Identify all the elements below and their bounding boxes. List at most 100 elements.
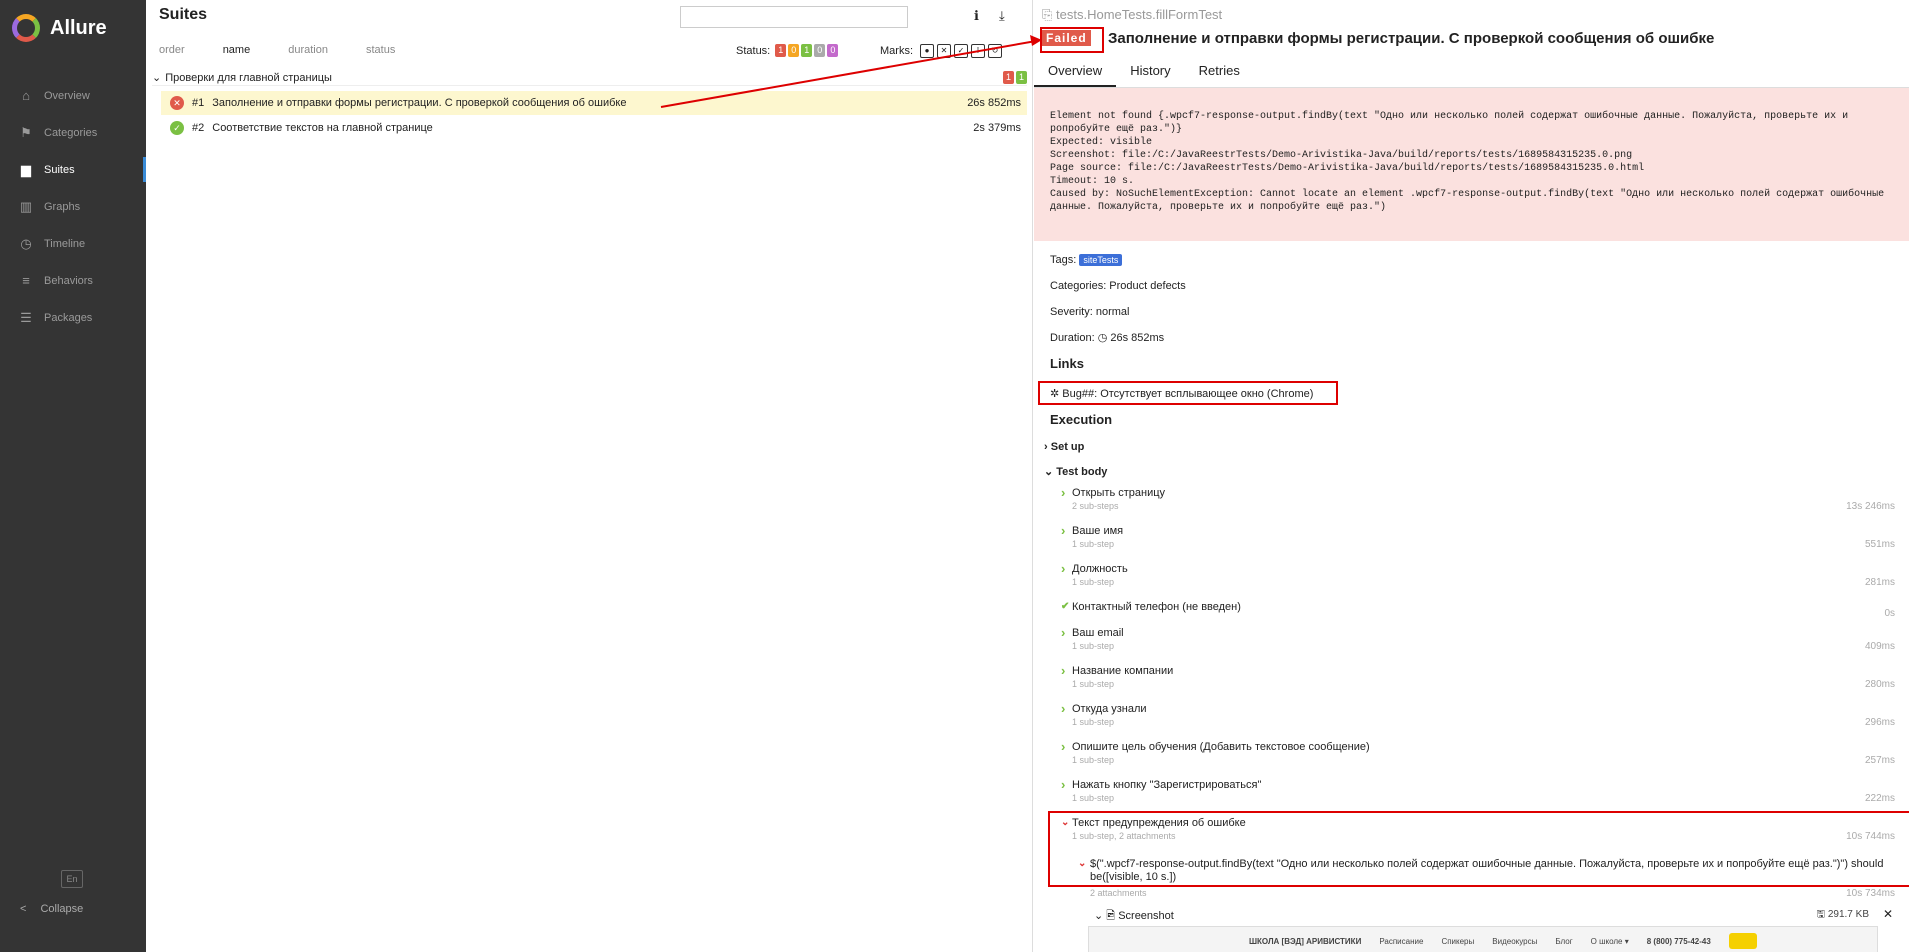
detail-tabs: Overview History Retries [1034, 56, 1909, 88]
chevron-right-icon: › [1061, 701, 1066, 716]
step-name: Контактный телефон (не введен) [1072, 601, 1241, 613]
substep-name: $(".wpcf7-response-output.findBy(text "О… [1090, 858, 1884, 883]
links-heading: Links [1050, 356, 1084, 371]
categories-row: Categories: Product defects [1050, 280, 1186, 292]
suites-panel: Suites ℹ ⤓ order name duration status St… [146, 0, 1033, 952]
mark-new-failed-icon[interactable]: ✕ [937, 44, 951, 58]
tag-badge[interactable]: siteTests [1079, 254, 1123, 266]
list-icon: ≡ [22, 273, 30, 288]
step-duration: 257ms [1864, 755, 1895, 766]
test-row[interactable]: ✕ #1 Заполнение и отправки формы регистр… [161, 91, 1027, 115]
step-substeps: 1 sub-step [1072, 755, 1115, 765]
test-body-section[interactable]: ⌄ Test body [1044, 465, 1107, 478]
sidebar-item-timeline[interactable]: ◷ Timeline [0, 225, 146, 262]
download-icon[interactable]: ⤓ [999, 8, 1005, 24]
allure-logo-icon [12, 14, 40, 42]
sidebar: Allure ⌂ Overview ⚑ Categories ▆ Suites ▥ Graph… [0, 0, 146, 952]
group-name: Проверки для главной страницы [165, 71, 332, 84]
collapse-label: Collapse [40, 903, 84, 915]
sidebar-item-label: Suites [44, 163, 75, 176]
copy-icon[interactable]: ⎘ [1042, 7, 1056, 22]
passed-status-icon: ✔ [1061, 601, 1070, 612]
test-duration: 2s 379ms [973, 122, 1021, 134]
sidebar-item-graphs[interactable]: ▥ Graphs [0, 188, 146, 225]
sidebar-item-behaviors[interactable]: ≡ Behaviors [0, 262, 146, 299]
tab-retries[interactable]: Retries [1185, 56, 1254, 87]
sort-order[interactable]: order [159, 44, 185, 56]
test-fullname: ⎘ tests.HomeTests.fillFormTest [1042, 7, 1223, 22]
info-icon[interactable]: ℹ [974, 8, 979, 24]
failed-status-icon: ✕ [170, 96, 184, 110]
step-substeps: 1 sub-step [1072, 539, 1115, 549]
status-count-pill[interactable]: 0 [788, 44, 800, 57]
bar-chart-icon: ▥ [19, 198, 33, 214]
step-duration: 409ms [1864, 641, 1895, 652]
suite-group[interactable]: ⌄ Проверки для главной страницы 11 [152, 70, 1027, 86]
sidebar-item-categories[interactable]: ⚑ Categories [0, 114, 146, 151]
sidebar-item-packages[interactable]: ☰ Packages [0, 299, 146, 336]
bug-icon: ✲ [1050, 388, 1060, 400]
chevron-left-icon: < [20, 903, 27, 915]
mark-retries-icon[interactable]: ↻ [988, 44, 1002, 58]
substep-count: 2 attachments [1090, 888, 1147, 898]
status-count-pill[interactable]: 1 [775, 44, 787, 57]
sidebar-item-label: Graphs [44, 200, 81, 213]
test-number: #1 [192, 97, 205, 109]
language-button[interactable]: En [61, 870, 83, 888]
chevron-right-icon: › [1061, 485, 1066, 500]
chevron-right-icon: › [1061, 663, 1066, 678]
close-icon[interactable]: ✕ [1883, 907, 1893, 921]
step-name: Ваше имя [1072, 525, 1124, 537]
step-substeps: 1 sub-step [1072, 577, 1115, 587]
collapse-button[interactable]: < Collapse [20, 903, 83, 915]
home-icon: ⌂ [22, 88, 30, 103]
sort-duration[interactable]: duration [288, 44, 328, 56]
mark-new-broken-icon[interactable]: ! [971, 44, 985, 58]
sidebar-item-overview[interactable]: ⌂ Overview [0, 77, 146, 114]
setup-section[interactable]: › Set up [1044, 441, 1084, 453]
save-icon: 🖫 [1816, 909, 1828, 920]
sort-name[interactable]: name [223, 44, 251, 56]
step-name: Должность [1072, 563, 1128, 575]
issue-link[interactable]: ✲ Bug##: Отсутствует всплывающее окно (C… [1050, 387, 1313, 400]
clock-icon: ◷ [1097, 332, 1108, 344]
sort-status[interactable]: status [366, 44, 395, 56]
page-title: Suites [159, 6, 208, 23]
preview-menu-3: Видеокурсы [1492, 936, 1538, 946]
mark-flaky-icon[interactable]: ● [920, 44, 934, 58]
status-count-pill[interactable]: 0 [814, 44, 826, 57]
tab-history[interactable]: History [1116, 56, 1184, 87]
step-substeps: 1 sub-step [1072, 793, 1115, 803]
test-row[interactable]: ✓ #2 Соответствие текстов на главной стр… [161, 116, 1027, 140]
tags-row: Tags: siteTests [1050, 254, 1123, 266]
step-name: Опишите цель обучения (Добавить текстово… [1072, 741, 1370, 753]
attachment-name: ⌄ 🖻 Screenshot [1094, 910, 1174, 922]
step-substeps: 2 sub-steps [1072, 501, 1119, 511]
mark-new-passed-icon[interactable]: ✓ [954, 44, 968, 58]
preview-menu-4: Блог [1555, 936, 1573, 946]
step-duration: 13s 246ms [1846, 501, 1895, 512]
status-count-pill[interactable]: 0 [827, 44, 839, 57]
preview-school: ШКОЛА [ВЭД] АРИВИСТИКИ [1249, 936, 1362, 946]
search-input[interactable] [680, 6, 908, 28]
step-name: Откуда узнали [1072, 703, 1147, 715]
step-duration: 280ms [1864, 679, 1895, 690]
step-duration: 296ms [1864, 717, 1895, 728]
sidebar-nav: ⌂ Overview ⚑ Categories ▆ Suites ▥ Graphs ◷ Timel… [0, 77, 146, 336]
chevron-down-icon: ⌄ [1094, 910, 1107, 922]
screenshot-preview: ШКОЛА [ВЭД] АРИВИСТИКИ Расписание Спикер… [1088, 926, 1878, 952]
substep-duration: 10s 734ms [1846, 888, 1895, 899]
allure-logo[interactable]: Allure [12, 14, 107, 42]
chevron-right-icon: › [1061, 625, 1066, 640]
status-filter: Status: 10100 [736, 44, 839, 57]
preview-phone: 8 (800) 775-42-43 [1646, 936, 1711, 946]
step-name: Нажать кнопку "Зарегистрироваться" [1072, 779, 1262, 791]
tab-overview[interactable]: Overview [1034, 56, 1117, 87]
marks-filter: Marks: ● ✕ ✓ ! ↻ [880, 44, 1002, 58]
sidebar-item-suites[interactable]: ▆ Suites [0, 151, 146, 188]
status-count-pill[interactable]: 1 [801, 44, 813, 57]
step-duration: 551ms [1864, 539, 1895, 550]
test-number: #2 [192, 122, 205, 134]
brand-name: Allure [50, 16, 107, 39]
duration-row: Duration: ◷ 26s 852ms [1050, 332, 1165, 344]
